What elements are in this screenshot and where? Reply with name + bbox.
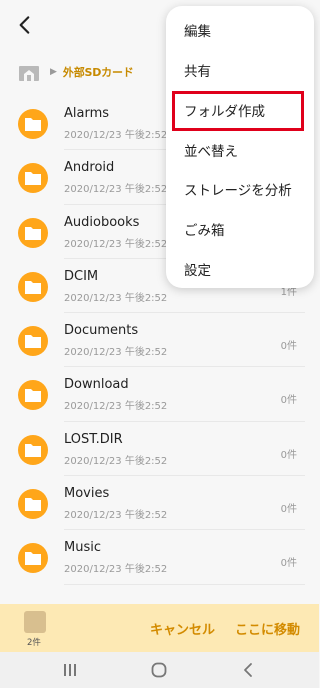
folder-icon: [18, 489, 48, 520]
cancel-button[interactable]: キャンセル: [150, 619, 215, 638]
highlight-box: [172, 91, 304, 131]
folder-date: 2020/12/23 午後2:52: [64, 238, 168, 250]
back-arrow-icon[interactable]: [12, 12, 38, 38]
folder-date: 2020/12/23 午後2:52: [64, 292, 168, 304]
folder-date: 2020/12/23 午後2:52: [64, 510, 168, 522]
folder-item-count: 0件: [280, 449, 297, 461]
folder-icon: [18, 163, 48, 194]
breadcrumb-current[interactable]: 外部SDカード: [63, 64, 134, 80]
folder-icon: [18, 380, 48, 411]
storage-home-icon[interactable]: [18, 62, 40, 82]
folder-name: Music: [64, 540, 101, 556]
folder-date: 2020/12/23 午後2:52: [64, 184, 168, 196]
folder-item-count: 0件: [280, 558, 297, 570]
folder-icon: [18, 109, 48, 139]
folder-name: Documents: [64, 323, 139, 339]
home-button-icon[interactable]: [150, 661, 168, 679]
folder-name: Alarms: [64, 106, 110, 121]
folder-name: Android: [64, 160, 115, 176]
divider: [64, 583, 305, 585]
folder-item-count: 0件: [280, 504, 297, 516]
selected-count: 2件: [27, 638, 41, 648]
list-item[interactable]: Movies 2020/12/23 午後2:52 0件: [0, 476, 319, 531]
selected-items-thumbnail: [24, 608, 49, 633]
chevron-right-icon: ▶: [50, 67, 57, 77]
overflow-menu: 編集 共有 フォルダ作成 並べ替え ストレージを分析 ごみ箱 設定: [166, 6, 314, 288]
folder-item-count: 0件: [280, 395, 297, 407]
list-item[interactable]: Documents 2020/12/23 午後2:52 0件: [0, 313, 319, 368]
folder-name: Audiobooks: [64, 214, 140, 230]
menu-item-settings[interactable]: 設定: [184, 259, 211, 279]
folder-icon: [18, 543, 48, 574]
list-item[interactable]: LOST.DIR 2020/12/23 午後2:52 0件: [0, 422, 319, 477]
list-item[interactable]: Music 2020/12/23 午後2:52 0件: [0, 530, 319, 585]
folder-icon: [18, 271, 48, 302]
menu-item-share[interactable]: 共有: [184, 60, 211, 80]
folder-name: Download: [64, 377, 129, 393]
folder-icon: [18, 217, 48, 248]
folder-name: DCIM: [64, 268, 99, 284]
menu-item-analyze-storage[interactable]: ストレージを分析: [184, 179, 292, 199]
back-button-icon[interactable]: [240, 661, 258, 679]
menu-item-edit[interactable]: 編集: [184, 20, 211, 40]
folder-date: 2020/12/23 午後2:52: [64, 347, 168, 359]
folder-date: 2020/12/23 午後2:52: [64, 564, 168, 576]
recent-apps-icon[interactable]: [61, 661, 79, 679]
list-item[interactable]: Download 2020/12/23 午後2:52 0件: [0, 367, 319, 422]
menu-item-trash[interactable]: ごみ箱: [184, 219, 225, 239]
folder-item-count: 0件: [280, 341, 297, 353]
move-here-button[interactable]: ここに移動: [235, 619, 300, 638]
menu-item-sort[interactable]: 並べ替え: [184, 140, 238, 160]
system-nav-bar: [0, 652, 319, 688]
folder-date: 2020/12/23 午後2:52: [64, 401, 168, 413]
move-action-bar: 2件 キャンセル ここに移動: [0, 604, 319, 652]
folder-date: 2020/12/23 午後2:52: [64, 130, 168, 141]
breadcrumb: ▶ 外部SDカード: [18, 58, 134, 86]
folder-date: 2020/12/23 午後2:52: [64, 455, 168, 467]
folder-name: Movies: [64, 486, 110, 502]
folder-name: LOST.DIR: [64, 431, 123, 447]
folder-icon: [18, 326, 48, 357]
folder-icon: [18, 434, 48, 465]
